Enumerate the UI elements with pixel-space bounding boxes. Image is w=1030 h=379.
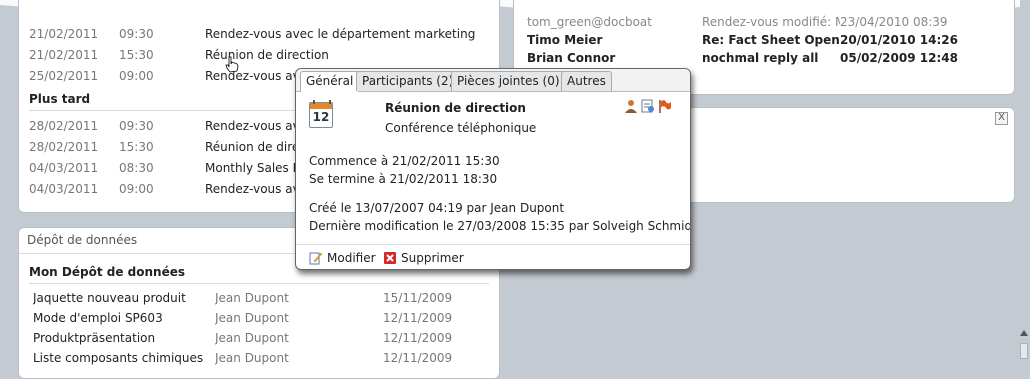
tab-participants[interactable]: Participants (2): [356, 71, 460, 91]
modified-info: Dernière modification le 27/03/2008 15:3…: [309, 219, 691, 233]
end-time: Se termine à 21/02/2011 18:30: [309, 172, 498, 186]
participants-icon[interactable]: [624, 99, 638, 113]
appointment-row[interactable]: 21/02/2011 15:30 Réunion de direction: [29, 46, 489, 64]
document-name: Liste composants chimiques: [33, 351, 204, 365]
document-name: Produktpräsentation: [33, 331, 156, 345]
delete-label: Supprimer: [401, 251, 464, 265]
mail-row[interactable]: Brian Connor nochmal reply all 05/02/2009 …: [527, 49, 1012, 67]
appointment-date: 04/03/2011: [29, 161, 99, 175]
document-row[interactable]: Jaquette nouveau produit Jean Dupont 15/11…: [33, 289, 493, 307]
mail-subject: Rendez-vous modifié: Month: [702, 15, 840, 29]
edit-button[interactable]: Modifier: [309, 250, 381, 266]
appointment-date: 28/02/2011: [29, 140, 99, 154]
start-time: Commence à 21/02/2011 15:30: [309, 154, 500, 168]
appointment-popup: Général Participants (2) Pièces jointes …: [295, 68, 691, 270]
page-scrollbar[interactable]: [1020, 0, 1030, 359]
mail-subject: nochmal reply all: [702, 51, 819, 65]
document-date: 12/11/2009: [383, 311, 453, 325]
hand-cursor-icon: [225, 56, 239, 73]
close-widget-button[interactable]: X: [995, 112, 1008, 125]
popup-footer: Modifier Supprimer: [296, 244, 690, 269]
appointment-row[interactable]: 21/02/2011 09:30 Rendez-vous avec le dépar…: [29, 25, 489, 43]
created-info: Créé le 13/07/2007 04:19 par Jean Dupont: [309, 201, 565, 215]
appointment-date: 21/02/2011: [29, 48, 99, 62]
appointment-date: 25/02/2011: [29, 69, 99, 83]
document-date: 12/11/2009: [383, 351, 453, 365]
appointment-time: 08:30: [119, 161, 154, 175]
export-icon[interactable]: [641, 99, 655, 113]
document-date: 12/11/2009: [383, 331, 453, 345]
scroll-thumb[interactable]: [1020, 343, 1028, 359]
appointment-time: 15:30: [119, 48, 154, 62]
appointment-date: 28/02/2011: [29, 119, 99, 133]
document-date: 15/11/2009: [383, 291, 453, 305]
document-name: Mode d'emploi SP603: [33, 311, 163, 325]
appointment-time: 15:30: [119, 140, 154, 154]
appointment-subject: Réunion de direction: [205, 48, 329, 62]
divider: [29, 283, 489, 284]
mail-date: 05/02/2009 12:48: [840, 51, 958, 65]
document-row[interactable]: Produktpräsentation Jean Dupont 12/11/2009: [33, 329, 493, 347]
delete-icon: [384, 252, 396, 264]
document-owner: Jean Dupont: [215, 351, 289, 365]
tab-other[interactable]: Autres: [561, 71, 612, 91]
appointment-date: 21/02/2011: [29, 27, 99, 41]
document-row[interactable]: Liste composants chimiques Jean Dupont 12/…: [33, 349, 493, 367]
appointment-location: Conférence téléphonique: [385, 121, 537, 135]
calendar-icon: 12: [309, 100, 333, 128]
appointment-time: 09:00: [119, 182, 154, 196]
document-row[interactable]: Mode d'emploi SP603 Jean Dupont 12/11/2009: [33, 309, 493, 327]
mail-date: 23/04/2010 08:39: [840, 15, 948, 29]
document-owner: Jean Dupont: [215, 331, 289, 345]
tab-attachments[interactable]: Pièces jointes (0): [451, 71, 566, 91]
mail-from: Brian Connor: [527, 51, 616, 65]
appointment-subject: Rendez-vous avec le département marketin…: [205, 27, 476, 41]
appointment-actions: [624, 99, 672, 113]
appointment-date: 04/03/2011: [29, 182, 99, 196]
delete-button[interactable]: Supprimer: [383, 250, 473, 266]
flag-icon[interactable]: [658, 99, 672, 113]
appointment-title: Réunion de direction: [385, 101, 526, 115]
popup-tabs: Général Participants (2) Pièces jointes …: [296, 69, 690, 92]
later-heading: Plus tard: [29, 92, 91, 106]
data-depot-title: Mon Dépôt de données: [29, 265, 185, 279]
document-owner: Jean Dupont: [215, 311, 289, 325]
appointment-time: 09:30: [119, 119, 154, 133]
appointment-time: 09:00: [119, 69, 154, 83]
mail-from: Timo Meier: [527, 33, 603, 47]
mail-row[interactable]: Timo Meier Re: Fact Sheet Open-Xcha20/01/…: [527, 31, 1012, 49]
mail-subject: Re: Fact Sheet Open-Xcha: [702, 33, 840, 47]
mail-row[interactable]: tom_green@docboat Rendez-vous modifié: Mo…: [527, 13, 1012, 31]
document-owner: Jean Dupont: [215, 291, 289, 305]
document-name: Jaquette nouveau produit: [33, 291, 186, 305]
edit-icon: [309, 252, 323, 265]
mail-from: tom_green@docboat: [527, 15, 652, 29]
tab-general[interactable]: Général: [300, 71, 360, 92]
scroll-up-arrow-icon[interactable]: [1020, 330, 1028, 336]
mail-date: 20/01/2010 14:26: [840, 33, 958, 47]
calendar-icon-day: 12: [312, 110, 330, 124]
appointment-time: 09:30: [119, 27, 154, 41]
edit-label: Modifier: [327, 251, 376, 265]
